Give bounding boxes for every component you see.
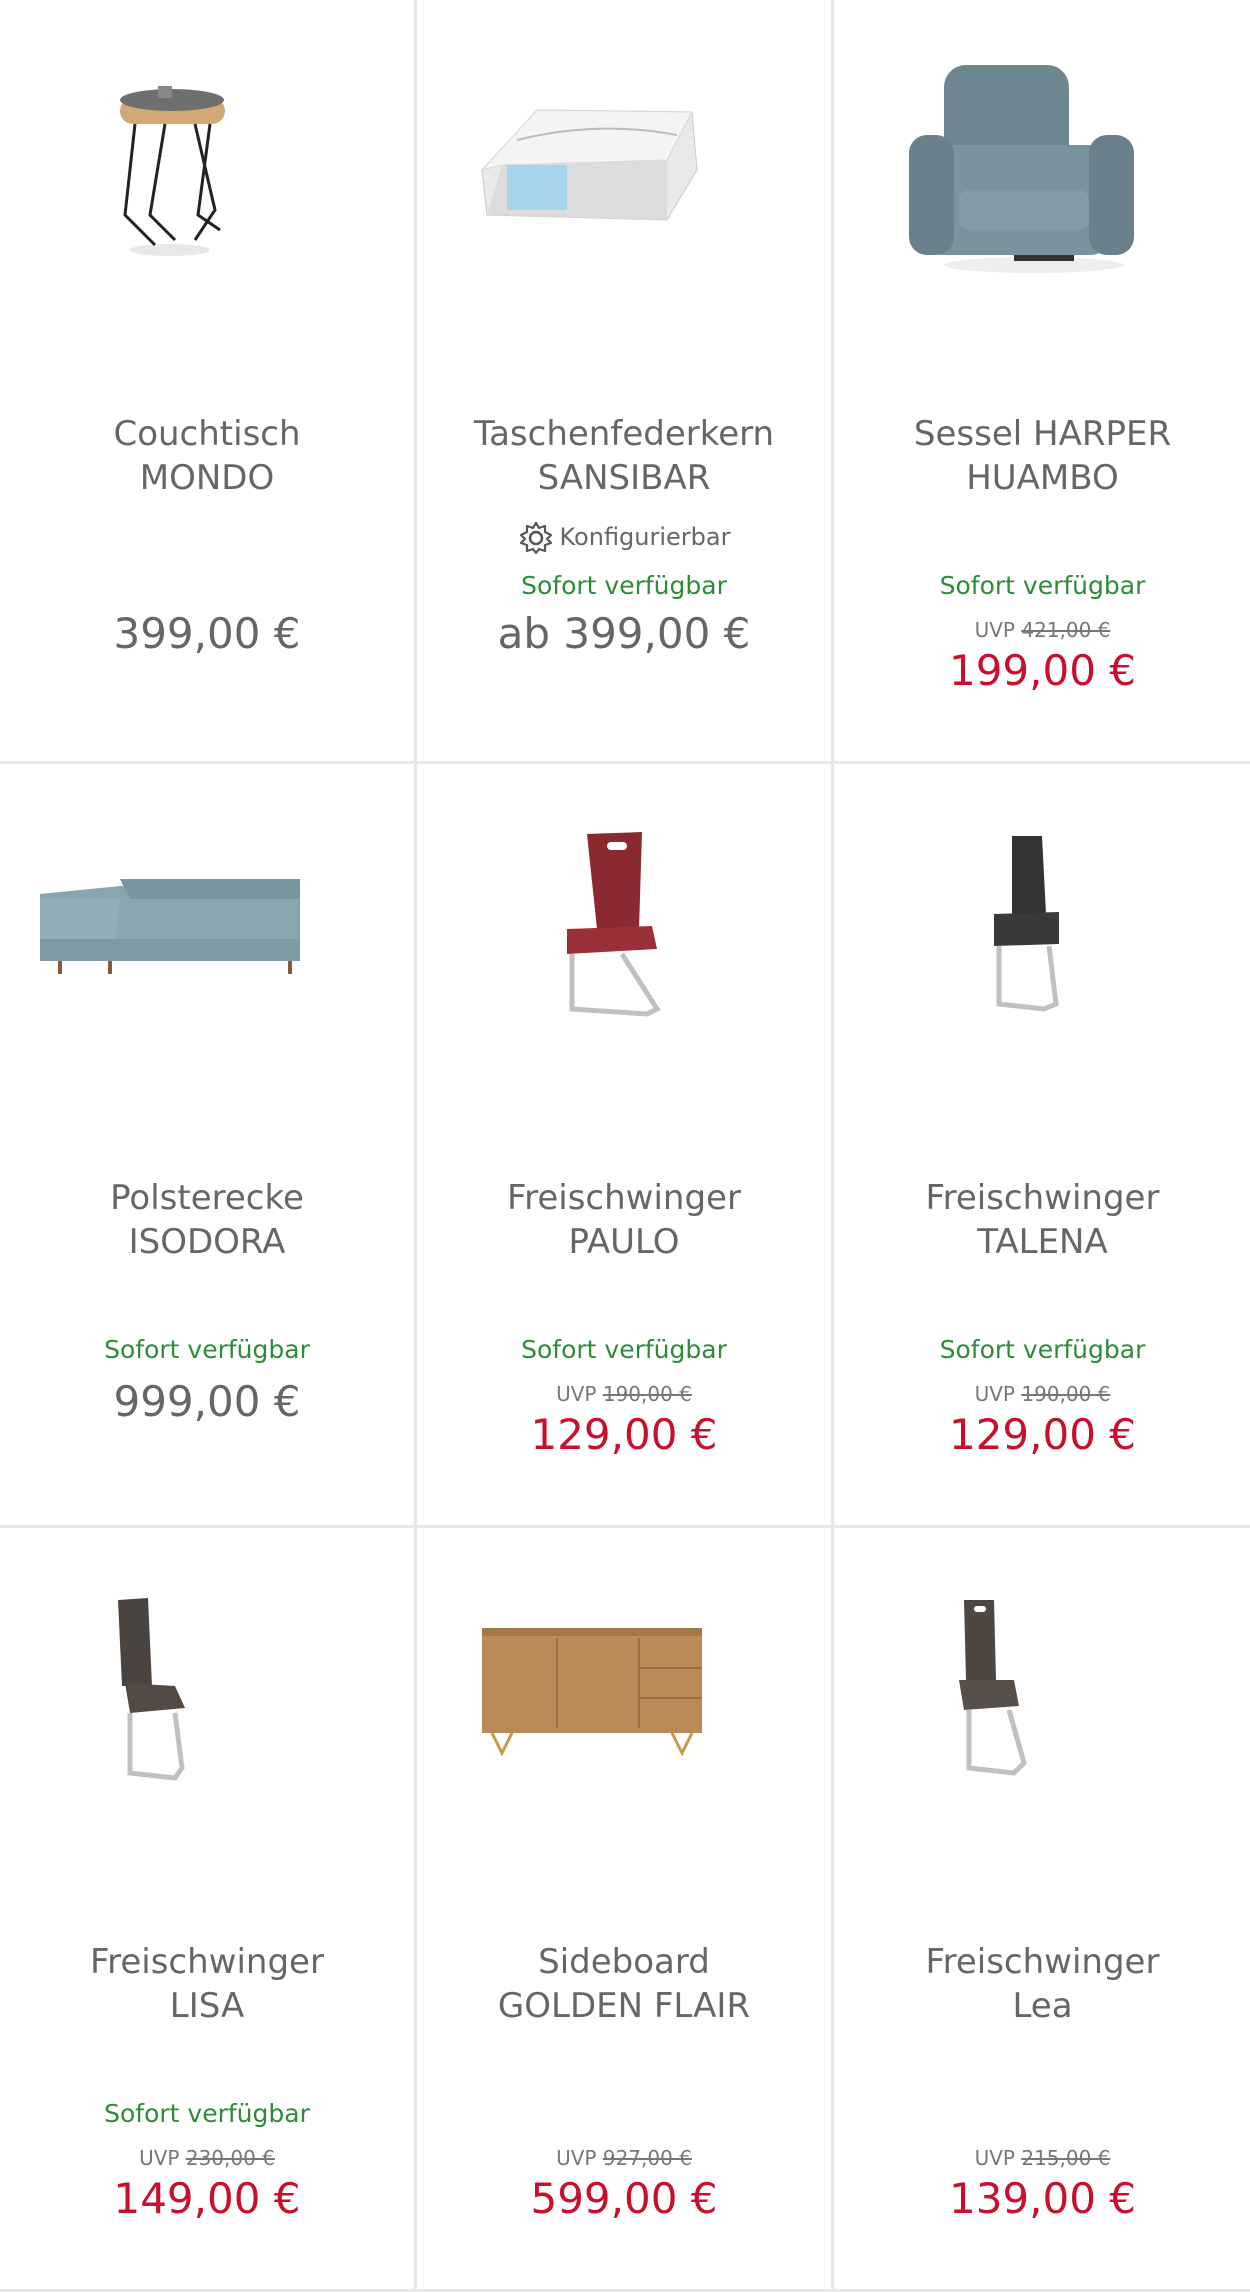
product-card[interactable]: Sideboard GOLDEN FLAIR UVP 927,00 € 599,0… xyxy=(417,1528,834,2292)
sale-price: 199,00 € xyxy=(948,646,1137,695)
configurable-label: Konfigurierbar xyxy=(417,520,831,556)
uvp-price: UVP 230,00 € xyxy=(139,2146,275,2170)
sale-price: 129,00 € xyxy=(948,1410,1137,1459)
product-card[interactable]: Freischwinger PAULO Sofort verfügbar UVP … xyxy=(417,764,834,1528)
availability-label: Sofort verfügbar xyxy=(104,2099,310,2128)
sideboard-image xyxy=(482,1628,702,1757)
product-price: 399,00 € xyxy=(113,609,301,658)
availability-label: Sofort verfügbar xyxy=(939,1335,1146,1364)
product-card[interactable]: Freischwinger Lea UVP 215,00 € 139,00 € xyxy=(834,1528,1250,2292)
product-price: 999,00 € xyxy=(113,1377,301,1426)
uvp-price: UVP 421,00 € xyxy=(974,618,1111,642)
gear-icon xyxy=(519,521,552,555)
dark-chair-image xyxy=(994,836,1059,1012)
availability-label: Sofort verfügbar xyxy=(521,571,727,600)
armchair-image xyxy=(909,65,1134,273)
sale-price: 149,00 € xyxy=(113,2174,301,2223)
brown-chair-image xyxy=(118,1598,185,1781)
uvp-price: UVP 215,00 € xyxy=(974,2146,1111,2170)
uvp-price: UVP 927,00 € xyxy=(556,2146,692,2170)
uvp-price: UVP 190,00 € xyxy=(556,1382,692,1406)
product-title[interactable]: Freischwinger LISA xyxy=(20,1940,394,2028)
product-grid: Couchtisch MONDO 399,00 € Taschenfederker… xyxy=(0,0,1250,2292)
product-card[interactable]: Taschenfederkern SANSIBAR Konfigurierbar … xyxy=(417,0,834,764)
availability-label: Sofort verfügbar xyxy=(939,571,1146,600)
sale-price: 599,00 € xyxy=(530,2174,718,2223)
product-title[interactable]: Couchtisch MONDO xyxy=(20,412,394,500)
uvp-price: UVP 190,00 € xyxy=(974,1382,1111,1406)
availability-label: Sofort verfügbar xyxy=(521,1335,727,1364)
sale-price: 129,00 € xyxy=(530,1410,718,1459)
product-card[interactable]: Freischwinger LISA Sofort verfügbar UVP 2… xyxy=(0,1528,417,2292)
product-title[interactable]: Polsterecke ISODORA xyxy=(20,1176,394,1264)
product-card[interactable]: Polsterecke ISODORA Sofort verfügbar 999,… xyxy=(0,764,417,1528)
product-card[interactable]: Sessel HARPER HUAMBO Sofort verfügbar UVP… xyxy=(834,0,1250,764)
product-card[interactable]: Couchtisch MONDO 399,00 € xyxy=(0,0,417,764)
product-title[interactable]: Freischwinger PAULO xyxy=(437,1176,811,1264)
sale-price: 139,00 € xyxy=(948,2174,1137,2223)
product-title[interactable]: Freischwinger TALENA xyxy=(854,1176,1231,1264)
product-title[interactable]: Sessel HARPER HUAMBO xyxy=(854,412,1231,500)
handle-chair-image xyxy=(959,1600,1027,1776)
mattress-image xyxy=(480,109,698,221)
availability-label: Sofort verfügbar xyxy=(104,1335,310,1364)
side-table-image xyxy=(120,86,225,256)
corner-sofa-image xyxy=(40,879,300,974)
red-chair-image xyxy=(567,832,661,1017)
product-title[interactable]: Sideboard GOLDEN FLAIR xyxy=(437,1940,811,2028)
product-price: ab 399,00 € xyxy=(497,609,751,658)
product-title[interactable]: Taschenfederkern SANSIBAR xyxy=(437,412,811,500)
product-card[interactable]: Freischwinger TALENA Sofort verfügbar UVP… xyxy=(834,764,1250,1528)
product-title[interactable]: Freischwinger Lea xyxy=(854,1940,1231,2028)
